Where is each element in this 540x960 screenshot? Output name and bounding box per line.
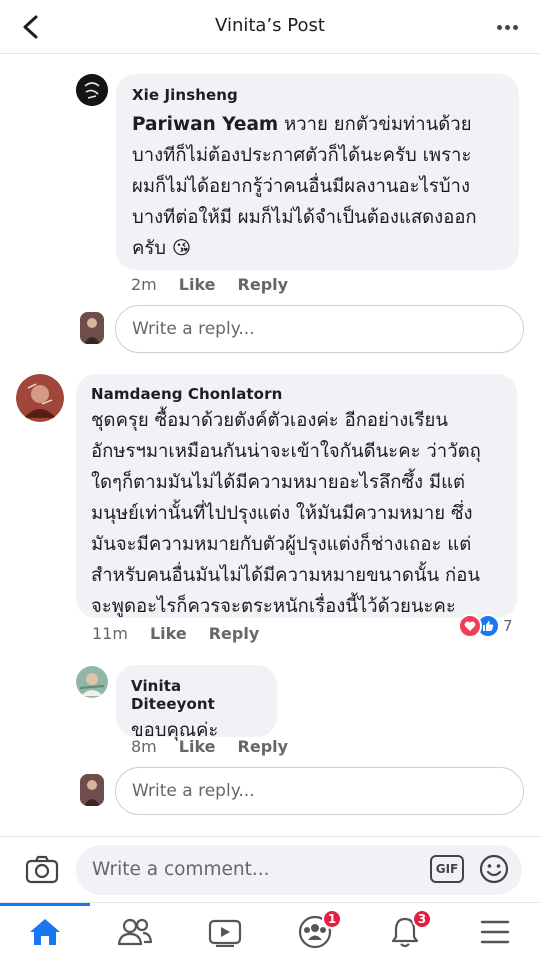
tab-notifications[interactable]: 3 [360, 903, 450, 960]
tab-menu[interactable] [450, 903, 540, 960]
more-dot-icon [512, 24, 518, 30]
like-button[interactable]: Like [179, 737, 216, 756]
camera-button[interactable] [24, 853, 60, 885]
comment-line: บางทีต่อให้มี ผมก็ไม่ได้จำเป็นต้องแสดงออ… [132, 207, 477, 228]
reply-placeholder: Write a reply... [132, 781, 255, 801]
comment-bubble: Namdaeng Chonlatorn ชุดครุย ซื้อมาด้วยตั… [76, 374, 517, 618]
tab-home[interactable] [0, 903, 90, 960]
like-button[interactable]: Like [179, 275, 216, 294]
comment-line: ผมก็ไม่ได้อยากรู้ว่าคนอื่นมีผลงานอะไรบ้า… [132, 176, 470, 197]
avatar [80, 774, 104, 806]
tab-groups[interactable]: 1 [270, 903, 360, 960]
comment-line: Pariwan Yeam หวาย ยกตัวข่มท่านด้วย [132, 114, 472, 135]
reply-input[interactable]: Write a reply... [115, 305, 524, 353]
bottom-tab-bar: 1 3 [0, 902, 540, 960]
avatar[interactable] [76, 666, 108, 698]
comment-composer: Write a comment... GIF [0, 836, 540, 902]
comment-actions: 2m Like Reply [131, 275, 288, 294]
more-options-button[interactable] [492, 12, 522, 42]
comment-bubble: Vinita Diteeyont ขอบคุณค่ะ [116, 665, 277, 741]
page-title: Vinita’s Post [215, 15, 325, 36]
comment-input[interactable]: Write a comment... GIF [76, 845, 522, 895]
reply-button[interactable]: Reply [238, 737, 289, 756]
tab-friends[interactable] [90, 903, 180, 960]
comment-line: อักษรฯมาเหมือนกันน่าจะเข้าใจกันดีนะคะ ว่… [91, 441, 481, 462]
comment-actions: 8m Like Reply [131, 737, 288, 756]
comment-time: 8m [131, 737, 157, 756]
avatar[interactable] [76, 74, 108, 106]
comment-actions: 11m Like Reply [92, 624, 259, 643]
like-button[interactable]: Like [150, 624, 187, 643]
comment-author[interactable]: Xie Jinsheng [132, 86, 503, 104]
comment-time: 11m [92, 624, 128, 643]
reaction-count: 7 [503, 617, 513, 635]
notifications-badge: 3 [412, 909, 432, 929]
reply-button[interactable]: Reply [209, 624, 260, 643]
smiley-icon [479, 854, 509, 884]
comment-placeholder: Write a comment... [92, 859, 270, 880]
love-reaction-icon [458, 614, 482, 638]
home-icon [30, 919, 60, 945]
comment-line: ใดๆก็ตามมันไม่ได้มีความหมายอะไรลึกซึ้ง ม… [91, 472, 466, 493]
comment-text: Pariwan Yeam หวาย ยกตัวข่มท่านด้วย บางที… [132, 109, 503, 264]
tab-watch[interactable] [180, 903, 270, 960]
gif-button[interactable]: GIF [430, 855, 464, 883]
post-header: Vinita’s Post [0, 0, 540, 54]
mention-link[interactable]: Pariwan Yeam [132, 114, 278, 135]
video-icon [208, 919, 242, 947]
camera-icon [25, 855, 59, 884]
avatar [80, 312, 104, 344]
comment-author[interactable]: Namdaeng Chonlatorn [91, 385, 502, 403]
comment-bubble: Xie Jinsheng Pariwan Yeam หวาย ยกตัวข่มท… [116, 74, 519, 270]
comment-line: จะพูดอะไรก็ควรจะตระหนักเรื่องนี้ไว้ด้วยน… [91, 596, 456, 617]
comment-line: ชุดครุย ซื้อมาด้วยตังค์ตัวเองค่ะ อีกอย่า… [91, 410, 449, 431]
emoji-button[interactable] [478, 853, 510, 885]
reply-input[interactable]: Write a reply... [115, 767, 524, 815]
reply-button[interactable]: Reply [238, 275, 289, 294]
more-dot-icon [496, 24, 502, 30]
avatar[interactable] [16, 374, 64, 422]
comment-line: มนุษย์เท่านั้นที่ไปปรุงแต่ง ให้มันมีความ… [91, 503, 473, 524]
comment-text: ชุดครุย ซื้อมาด้วยตังค์ตัวเองค่ะ อีกอย่า… [91, 405, 502, 622]
reply-placeholder: Write a reply... [132, 319, 255, 339]
comment-time: 2m [131, 275, 157, 294]
comment-author[interactable]: Vinita Diteeyont [131, 677, 262, 713]
more-dot-icon [504, 24, 510, 30]
friends-icon [117, 918, 153, 946]
hamburger-menu-icon [480, 920, 510, 944]
comment-line: ครับ 😘 [132, 238, 192, 259]
comment-line: สำหรับคนอื่นมันไม่ได้มีความหมายขนาดนั้น … [91, 565, 480, 586]
reaction-summary[interactable]: 7 [458, 614, 513, 638]
comment-line: มันจะมีความหมายกับตัวผู้ปรุงแต่งก็ช่างเถ… [91, 534, 472, 555]
comment-line: บางทีก็ไม่ต้องประกาศตัวก็ได้นะครับ เพราะ [132, 145, 472, 166]
groups-badge: 1 [322, 909, 342, 929]
